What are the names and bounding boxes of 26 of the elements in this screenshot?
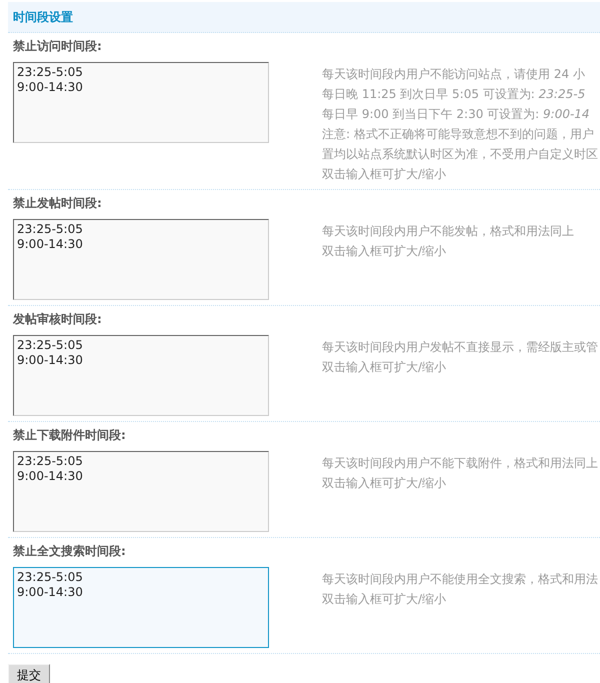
help-text: 双击输入框可扩大/缩小 bbox=[322, 475, 446, 492]
section-title: 时间段设置 bbox=[13, 8, 73, 26]
help-text: 双击输入框可扩大/缩小 bbox=[322, 359, 446, 376]
help-text: 置均以站点系统默认时区为准，不受用户自定义时区 bbox=[322, 146, 598, 163]
help-text: 每天该时间段内用户不能发帖，格式和用法同上 bbox=[322, 223, 574, 240]
time-range-field[interactable]: 23:25-5:05 9:00-14:30 bbox=[13, 335, 269, 416]
help-text: 每天该时间段内用户不能访问站点，请使用 24 小 bbox=[322, 66, 585, 83]
help-text: 每天该时间段内用户发帖不直接显示，需经版主或管 bbox=[322, 339, 598, 356]
field-label: 发帖审核时间段: bbox=[13, 310, 102, 328]
submit-button[interactable]: 提交 bbox=[8, 664, 50, 683]
time-range-field[interactable]: 23:25-5:05 9:00-14:30 bbox=[13, 567, 269, 648]
help-text: 每日晚 11:25 到次日早 5:05 可设置为: 23:25-5 bbox=[322, 86, 586, 103]
help-text: 双击输入框可扩大/缩小 bbox=[322, 591, 446, 608]
help-text: 双击输入框可扩大/缩小 bbox=[322, 166, 446, 183]
time-range-field[interactable]: 23:25-5:05 9:00-14:30 bbox=[13, 219, 269, 300]
help-text: 注意: 格式不正确将可能导致意想不到的问题，用户 bbox=[322, 126, 594, 143]
field-label: 禁止下载附件时间段: bbox=[13, 426, 126, 444]
help-text: 每日早 9:00 到当日下午 2:30 可设置为: 9:00-14 bbox=[322, 106, 590, 123]
time-range-field[interactable]: 23:25-5:05 9:00-14:30 bbox=[13, 451, 269, 532]
field-label: 禁止全文搜索时间段: bbox=[13, 542, 126, 560]
help-text: 双击输入框可扩大/缩小 bbox=[322, 243, 446, 260]
help-text: 每天该时间段内用户不能使用全文搜索，格式和用法 bbox=[322, 571, 598, 588]
field-label: 禁止发帖时间段: bbox=[13, 194, 102, 212]
field-label: 禁止访问时间段: bbox=[13, 38, 102, 54]
help-text: 每天该时间段内用户不能下载附件，格式和用法同上 bbox=[322, 455, 598, 472]
time-range-field[interactable]: 23:25-5:05 9:00-14:30 bbox=[13, 62, 269, 143]
